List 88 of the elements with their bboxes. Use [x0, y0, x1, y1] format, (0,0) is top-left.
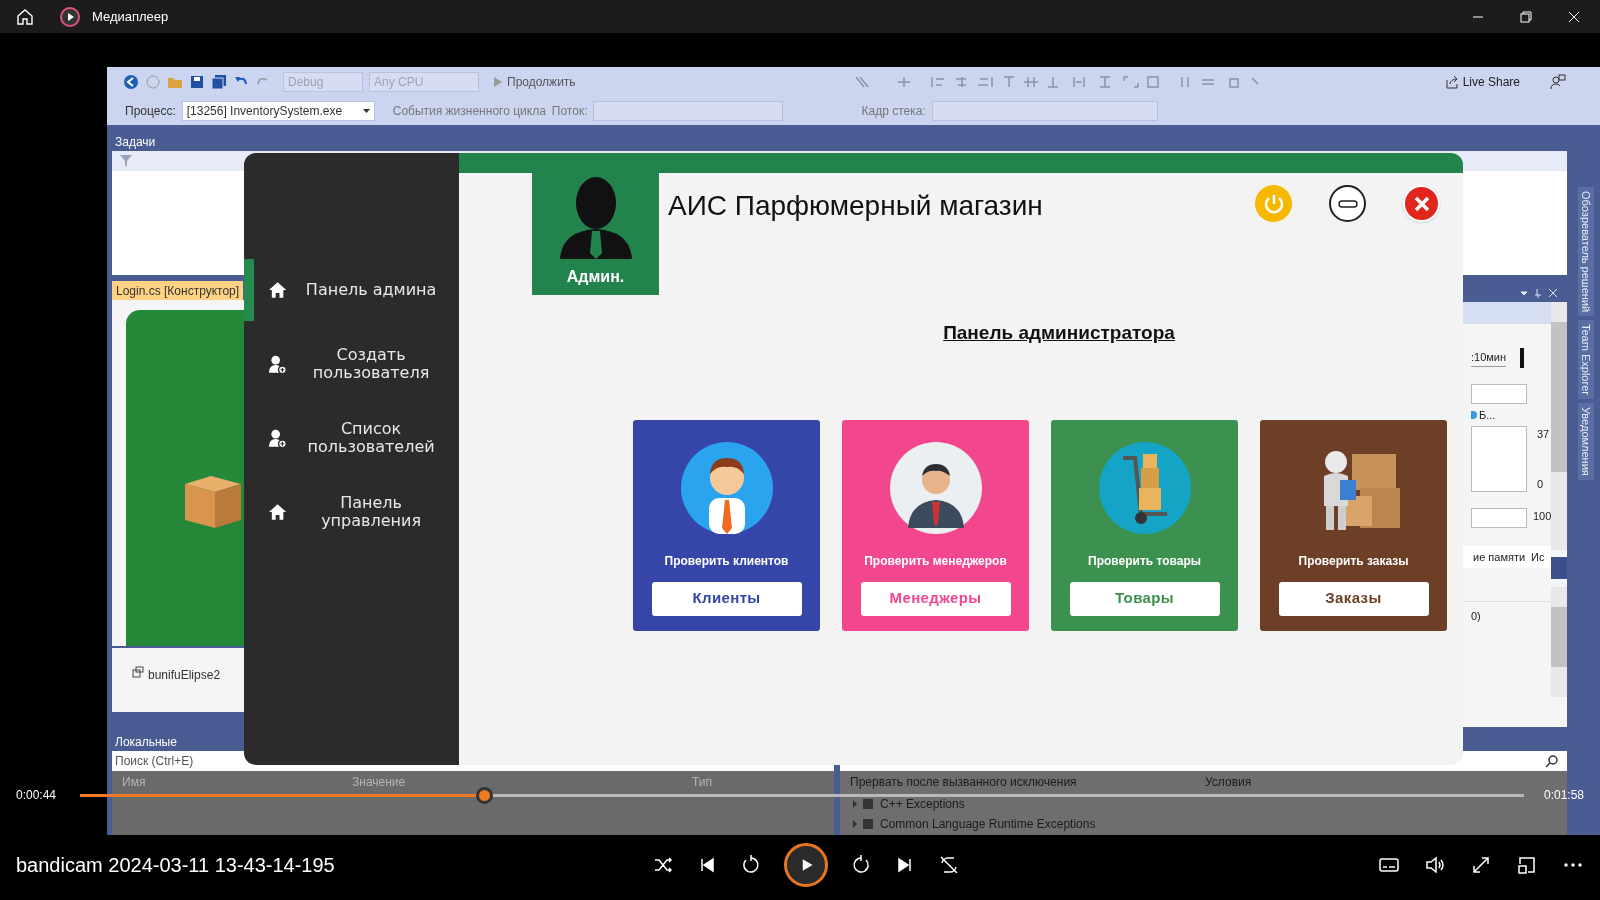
- house-icon[interactable]: [268, 502, 288, 522]
- thread-label: Поток:: [551, 102, 588, 120]
- fullscreen-icon[interactable]: [1470, 854, 1492, 876]
- column-header[interactable]: Тип: [682, 773, 802, 791]
- volume-icon[interactable]: [1424, 854, 1446, 876]
- elapsed-time: 0:00:44: [16, 787, 58, 804]
- expand-checkbox-icon[interactable]: [852, 799, 874, 809]
- panel-title: Задачи: [115, 134, 156, 151]
- repeat-off-icon[interactable]: [938, 854, 960, 876]
- save-all-icon[interactable]: [211, 73, 227, 90]
- power-icon: [1262, 192, 1285, 215]
- tab-label[interactable]: Ис: [1531, 548, 1545, 566]
- card-button[interactable]: Заказы: [1278, 581, 1429, 616]
- restore-icon[interactable]: [1520, 10, 1532, 23]
- card-caption: Проверить клиентов: [664, 552, 789, 570]
- businessman-icon: [887, 439, 984, 536]
- seek-bar[interactable]: [80, 793, 1524, 797]
- exception-label: C++ Exceptions: [880, 796, 965, 813]
- stack-frame-label: Кадр стека:: [861, 102, 926, 120]
- column-header[interactable]: Значение: [342, 773, 682, 791]
- feedback-icon[interactable]: [1550, 73, 1566, 90]
- player-logo-icon: [60, 6, 80, 27]
- column-header[interactable]: Имя: [112, 773, 342, 791]
- close-icon[interactable]: [1568, 10, 1580, 23]
- card-caption: Проверить товары: [1088, 552, 1201, 570]
- table-cell-text: 0): [1471, 609, 1482, 624]
- scrollbar[interactable]: [1551, 587, 1567, 697]
- minimize-button[interactable]: [1329, 185, 1366, 222]
- user-add-icon[interactable]: [268, 354, 288, 374]
- card-button[interactable]: Менеджеры: [860, 581, 1011, 616]
- component-icon: [132, 666, 144, 678]
- side-tab[interactable]: Уведомления: [1578, 403, 1594, 480]
- back-icon[interactable]: [123, 73, 139, 90]
- man-figure-icon: [678, 439, 775, 536]
- home-icon[interactable]: [16, 7, 34, 26]
- card-caption: Проверить заказы: [1298, 552, 1409, 570]
- caret-icon: [362, 108, 370, 113]
- legend-label: Б...: [1479, 407, 1496, 423]
- hand-truck-icon: [1096, 439, 1193, 536]
- card-button[interactable]: Товары: [1069, 581, 1220, 616]
- live-share-button[interactable]: Live Share: [1444, 72, 1520, 91]
- process-dropdown[interactable]: [13256] InventorySystem.exe: [181, 100, 375, 121]
- process-label: Процесс:: [125, 102, 176, 120]
- sidebar-item[interactable]: Создать пользователя: [244, 333, 459, 395]
- user-add-icon[interactable]: [268, 428, 288, 448]
- panel-title: Локальные: [115, 734, 177, 751]
- memory-chart: [1471, 508, 1527, 528]
- lifecycle-events-button[interactable]: События жизненного цикла: [392, 101, 546, 120]
- app-title: АИС Парфюмерный магазин: [668, 189, 1043, 223]
- share-icon: [1444, 74, 1459, 89]
- section-heading: Панель администратора: [943, 321, 1175, 345]
- side-tab[interactable]: Обозреватель решений: [1578, 187, 1594, 317]
- avatar-label: Админ.: [566, 267, 625, 287]
- timeline-label: :10мин: [1471, 349, 1507, 367]
- axis-label: 37: [1537, 427, 1550, 442]
- sidebar-item[interactable]: Список пользователей: [244, 407, 459, 469]
- memory-tab[interactable]: ие памяти: [1473, 548, 1526, 566]
- minus-icon: [1337, 199, 1358, 208]
- continue-button[interactable]: Продолжить: [493, 72, 576, 91]
- expand-checkbox-icon[interactable]: [852, 819, 874, 829]
- panel-controls-icon[interactable]: [1519, 287, 1559, 298]
- sidebar-item[interactable]: Панель админа: [244, 259, 459, 321]
- column-header[interactable]: Условия: [1195, 773, 1252, 791]
- scrollbar[interactable]: [1551, 302, 1567, 550]
- text-field[interactable]: [1471, 384, 1527, 404]
- search-icon[interactable]: [1545, 754, 1559, 768]
- side-tab[interactable]: Team Explorer: [1578, 320, 1594, 400]
- house-icon[interactable]: [268, 280, 288, 300]
- sidebar-item[interactable]: Панель управления: [244, 481, 459, 543]
- designer-tab[interactable]: Login.cs [Конструктор]: [112, 281, 244, 300]
- close-button[interactable]: [1403, 185, 1440, 222]
- card-caption: Проверить менеджеров: [864, 552, 1007, 570]
- exception-label: Common Language Runtime Exceptions: [880, 816, 1096, 833]
- component-label: bunifuElipse2: [148, 667, 221, 684]
- timeline-marker[interactable]: [1520, 348, 1525, 368]
- play-icon: [493, 75, 503, 88]
- window-title: Медиаплеер: [92, 7, 169, 26]
- mini-player-icon[interactable]: [1516, 854, 1538, 876]
- save-icon[interactable]: [189, 73, 205, 90]
- axis-label: 100: [1533, 509, 1552, 524]
- video-title: bandicam 2024-03-11 13-43-14-195: [16, 853, 336, 878]
- play-button[interactable]: [784, 843, 828, 887]
- cpu-chart: [1471, 426, 1527, 492]
- column-header[interactable]: Прервать после вызванного исключения: [840, 773, 1195, 791]
- card-button[interactable]: Клиенты: [651, 581, 802, 616]
- axis-label: 0: [1537, 476, 1545, 492]
- close-icon: [1413, 195, 1430, 212]
- duration-time: 0:01:58: [1543, 787, 1584, 804]
